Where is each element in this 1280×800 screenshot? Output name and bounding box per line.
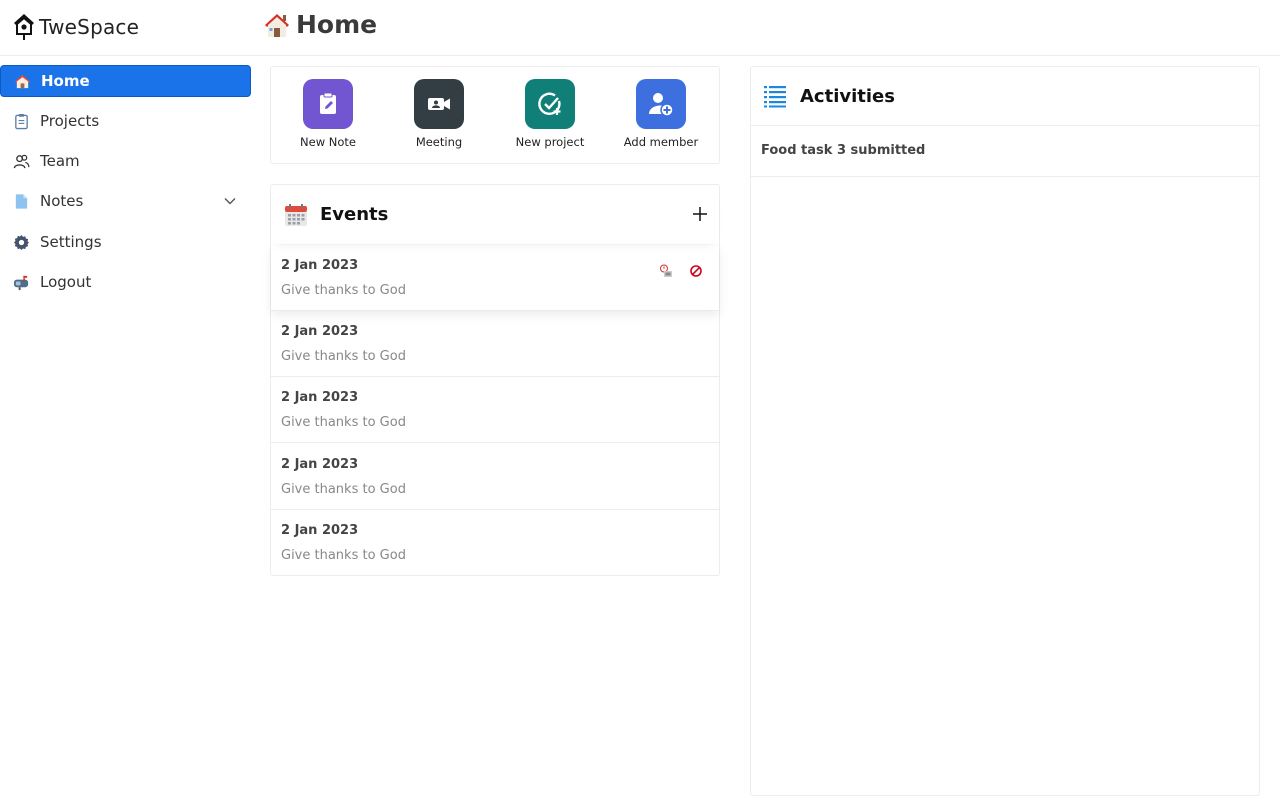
video-camera-icon — [414, 79, 464, 129]
sidebar-item-label: Team — [40, 152, 80, 170]
event-description: Give thanks to God — [281, 283, 406, 298]
top-bar: TweSpace Home — [0, 0, 1280, 56]
sidebar-item-label: Logout — [40, 273, 92, 291]
event-date: 2 Jan 2023 — [281, 324, 359, 339]
event-description: Give thanks to God — [281, 415, 406, 430]
page-header: Home — [264, 10, 377, 39]
gear-icon — [12, 233, 30, 251]
events-title: Events — [320, 204, 389, 225]
sidebar-item-home[interactable]: Home — [0, 65, 251, 97]
event-description: Give thanks to God — [281, 548, 406, 563]
quick-action-label: Add member — [623, 135, 699, 149]
activities-header: Activities — [751, 67, 1259, 126]
sidebar-item-logout[interactable]: Logout — [0, 266, 251, 298]
activity-item[interactable]: Food task 3 submitted — [751, 127, 1259, 177]
meeting-button[interactable]: Meeting — [389, 79, 489, 149]
add-user-icon — [636, 79, 686, 129]
edit-clipboard-icon — [303, 79, 353, 129]
event-description: Give thanks to God — [281, 349, 406, 364]
sidebar-item-label: Notes — [40, 192, 84, 210]
event-item[interactable]: 2 Jan 2023 Give thanks to God — [271, 311, 719, 377]
quick-action-label: New Note — [300, 135, 356, 149]
sidebar-item-label: Settings — [40, 233, 102, 251]
team-icon — [12, 152, 30, 170]
events-card: Events 2 Jan 2023 Give thanks to God 2 J… — [270, 184, 720, 576]
check-add-icon — [525, 79, 575, 129]
chevron-down-icon[interactable] — [223, 194, 237, 208]
activities-card: Activities Food task 3 submitted — [750, 66, 1260, 796]
cancel-icon[interactable] — [689, 263, 703, 277]
activity-text: Food task 3 submitted — [761, 143, 926, 158]
document-icon — [12, 192, 30, 210]
event-date: 2 Jan 2023 — [281, 390, 359, 405]
sidebar-item-label: Home — [41, 72, 90, 90]
activities-title: Activities — [800, 85, 895, 107]
event-item[interactable]: 2 Jan 2023 Give thanks to God — [271, 444, 719, 510]
quick-actions-card: New Note Meeting New project Add member — [270, 66, 720, 164]
events-header: Events — [271, 185, 719, 244]
sidebar-item-settings[interactable]: Settings — [0, 226, 251, 258]
event-actions — [659, 263, 703, 277]
mailbox-icon — [12, 273, 30, 291]
brand[interactable]: TweSpace — [12, 12, 139, 42]
add-member-button[interactable]: Add member — [611, 79, 711, 149]
event-description: Give thanks to God — [281, 482, 406, 497]
quick-action-label: New project — [515, 135, 585, 149]
postpone-icon[interactable] — [659, 263, 673, 277]
event-date: 2 Jan 2023 — [281, 523, 359, 538]
event-date: 2 Jan 2023 — [281, 258, 359, 273]
sidebar-item-label: Projects — [40, 112, 100, 130]
event-item[interactable]: 2 Jan 2023 Give thanks to God — [271, 510, 719, 576]
quick-action-label: Meeting — [415, 135, 463, 149]
sidebar-item-team[interactable]: Team — [0, 145, 251, 177]
house-icon — [13, 72, 31, 90]
page-title: Home — [296, 10, 378, 39]
clipboard-icon — [12, 112, 30, 130]
new-project-button[interactable]: New project — [500, 79, 600, 149]
list-icon — [764, 86, 786, 108]
event-item[interactable]: 2 Jan 2023 Give thanks to God — [271, 377, 719, 443]
event-item[interactable]: 2 Jan 2023 Give thanks to God — [271, 245, 719, 311]
event-date: 2 Jan 2023 — [281, 457, 359, 472]
sidebar: Home Projects Team Notes Settings Logout — [0, 56, 255, 800]
calendar-icon — [285, 203, 307, 226]
birdhouse-logo-icon — [14, 14, 34, 40]
sidebar-item-projects[interactable]: Projects — [0, 105, 251, 137]
sidebar-item-notes[interactable]: Notes — [0, 185, 251, 217]
house-icon — [265, 13, 289, 37]
new-note-button[interactable]: New Note — [278, 79, 378, 149]
app-name: TweSpace — [39, 15, 140, 39]
add-event-button[interactable] — [689, 203, 711, 225]
